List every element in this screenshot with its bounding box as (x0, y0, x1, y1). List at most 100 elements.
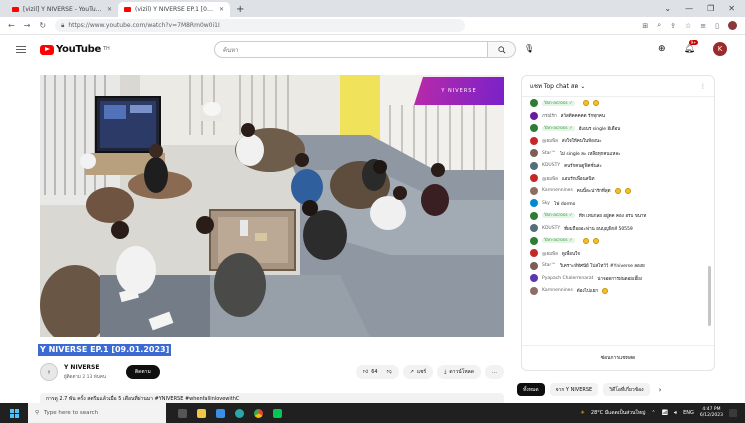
browser-tab-1[interactable]: [vizil] Y NIVERSE - YouTube ✕ (6, 2, 118, 17)
chat-message[interactable]: KDUSTY คนรักคนดูฟิคชั่นล่ะ (530, 160, 704, 173)
browser-tab-2[interactable]: (vizil) Y NIVERSE EP.1 [09.0 ✕ (118, 2, 230, 17)
chat-author-name[interactable]: @ยมพิล (542, 137, 558, 144)
account-avatar[interactable]: K (713, 42, 727, 56)
chip-all[interactable]: ทั้งหมด (517, 383, 545, 396)
share-button[interactable]: ↗ แชร์ (402, 365, 434, 379)
create-video-icon[interactable]: ⊕ (658, 44, 666, 54)
chat-author-name[interactable]: Yan·across ✓ (542, 238, 575, 244)
close-window-icon[interactable]: ✕ (728, 4, 735, 13)
browser-profile-avatar[interactable] (728, 21, 737, 30)
chat-message[interactable]: Yan·across ✓ ทีท เทนกลย อยู่ตค คอง อรบ ขน… (530, 210, 704, 223)
chat-author-avatar[interactable] (530, 274, 538, 283)
video-player[interactable]: Y NIVERSE (40, 75, 504, 337)
tab-close-icon[interactable]: ✕ (219, 6, 224, 13)
chat-messages[interactable]: Yan·across ✓ ภรณ์รัก สวัสดีคคคคต รักทุกคน Y… (522, 97, 714, 347)
tab-search-icon[interactable]: ⌄ (664, 4, 671, 13)
chips-next-icon[interactable]: › (659, 386, 662, 394)
chat-message[interactable]: Yan·across ✓ อีเอนร single อีเดือน (530, 122, 704, 135)
show-desktop-button[interactable] (729, 409, 737, 417)
chat-author-avatar[interactable] (530, 174, 538, 183)
chat-message[interactable]: Star™ ไม่ single ละ เหลือทุกคนแหละ (530, 147, 704, 160)
install-app-icon[interactable]: ⊞ (642, 22, 648, 30)
chat-author-name[interactable]: Pyapach Chalermnarat (542, 276, 593, 281)
chat-message[interactable]: Sky ไฟ dormo (530, 197, 704, 210)
chat-author-avatar[interactable] (530, 236, 538, 245)
chat-message[interactable]: Yan·across ✓ (530, 235, 704, 248)
chat-author-avatar[interactable] (530, 261, 538, 270)
tab-close-icon[interactable]: ✕ (107, 6, 112, 13)
maximize-icon[interactable]: ❐ (707, 4, 714, 13)
chip-from-channel[interactable]: จาก Y NIVERSE (549, 383, 599, 396)
chat-author-name[interactable]: Yan·across ✓ (542, 213, 575, 219)
dislike-icon[interactable]: 👎︎ (387, 369, 392, 375)
search-button[interactable] (488, 41, 516, 58)
notifications-bell-icon[interactable]: 🔔︎ 9+ (684, 40, 699, 54)
chat-author-avatar[interactable] (530, 211, 538, 220)
chat-author-name[interactable]: ภรณ์รัก (542, 112, 557, 119)
edge-icon[interactable] (235, 408, 244, 418)
chat-author-avatar[interactable] (530, 224, 538, 233)
chat-author-name[interactable]: @ยมพิล (542, 250, 558, 257)
system-clock[interactable]: 4:47 PM 6/12/2023 (700, 407, 723, 419)
chat-message[interactable]: @ยมพิล ส่งใจให้คนในห้องนะ (530, 135, 704, 148)
store-icon[interactable] (216, 408, 225, 418)
chat-author-name[interactable]: Star™ (542, 263, 556, 268)
chat-author-avatar[interactable] (530, 186, 538, 195)
bookmark-star-icon[interactable]: ☆ (685, 22, 691, 30)
chat-author-name[interactable]: KDUSTY (542, 163, 560, 168)
chat-message[interactable]: KDUSTY ที่ผมถือออะฟาน อนบุญพิกส์ 50559 (530, 222, 704, 235)
hide-chat-button[interactable]: ซ่อนการแชทสด (522, 345, 714, 370)
network-icon[interactable]: 📶︎ (662, 410, 668, 416)
reading-list-icon[interactable]: ≡ (700, 22, 706, 30)
weather-text[interactable]: 28°C มีแดดเป็นส่วนใหญ่ (591, 409, 646, 417)
task-view-icon[interactable] (178, 408, 187, 418)
address-bar[interactable]: 🔒︎ https://www.youtube.com/watch?v=7M8Rm… (55, 19, 466, 32)
channel-avatar[interactable]: Y (40, 363, 58, 381)
youtube-logo[interactable]: YouTube TH (40, 44, 110, 55)
chat-message[interactable]: Star™ วิเคราะห์ทัศนีย์ โปสไทว์ว์ #Ynivers… (530, 260, 704, 273)
chip-related[interactable]: วิดีโอที่เกี่ยวข้อง (603, 383, 650, 396)
chat-author-name[interactable]: Sky (542, 201, 550, 206)
chat-author-avatar[interactable] (530, 111, 538, 120)
chat-author-avatar[interactable] (530, 286, 538, 295)
chat-author-name[interactable]: @ยมพิล (542, 175, 558, 182)
channel-name[interactable]: Y NIVERSE (64, 364, 106, 371)
chat-message[interactable]: ภรณ์รัก สวัสดีคคคคต รักทุกคน (530, 110, 704, 123)
chat-author-avatar[interactable] (530, 136, 538, 145)
more-actions-button[interactable]: … (485, 365, 504, 379)
chat-author-avatar[interactable] (530, 149, 538, 158)
chat-message[interactable]: Karnnennines คนนี้ละน่ารักที่สุด (530, 185, 704, 198)
chat-message[interactable]: @ยมพิล แอบรักเพื่อนสนิท (530, 172, 704, 185)
taskbar-search-input[interactable]: ⚲ Type here to search (28, 403, 166, 423)
volume-icon[interactable]: 🔊︎ (674, 410, 677, 416)
chat-author-avatar[interactable] (530, 161, 538, 170)
chat-author-avatar[interactable] (530, 99, 538, 108)
menu-hamburger-icon[interactable] (16, 46, 26, 53)
share-icon[interactable]: ⇪ (670, 22, 676, 30)
reload-icon[interactable]: ↻ (39, 21, 46, 30)
chat-author-avatar[interactable] (530, 249, 538, 258)
chat-message[interactable]: Yan·across ✓ (530, 97, 704, 110)
back-arrow-icon[interactable]: ← (8, 21, 15, 30)
zoom-icon[interactable]: ⌕ (657, 21, 661, 30)
new-tab-button[interactable]: + (230, 4, 250, 17)
chat-message[interactable]: Pyapach Chalermnarat น่าจอดการฝนดอยเอี๊ยง (530, 272, 704, 285)
chat-author-name[interactable]: Karnnennines (542, 188, 573, 193)
forward-arrow-icon[interactable]: → (24, 21, 31, 30)
chat-author-name[interactable]: Karnnennines (542, 288, 573, 293)
chat-author-avatar[interactable] (530, 124, 538, 133)
chat-author-name[interactable]: KDUSTY (542, 226, 560, 231)
chrome-icon[interactable] (254, 408, 263, 418)
download-button[interactable]: ⤓ ดาวน์โหลด (437, 365, 481, 379)
chat-more-icon[interactable]: ⋮ (700, 83, 706, 90)
search-input[interactable]: ค้นหา (214, 41, 488, 58)
chat-author-avatar[interactable] (530, 199, 538, 208)
language-indicator[interactable]: ENG (683, 410, 694, 416)
line-app-icon[interactable] (273, 408, 282, 418)
tray-overflow-icon[interactable]: ⌃ (651, 410, 655, 416)
start-button[interactable] (0, 403, 28, 423)
minimize-icon[interactable]: — (685, 4, 693, 13)
chat-mode-dropdown[interactable]: แชท Top chat สด ⌄ (530, 81, 585, 91)
chat-message[interactable]: @ยมพิล ดูเพื่อนใจ (530, 247, 704, 260)
side-panel-icon[interactable]: ▯ (715, 22, 719, 30)
